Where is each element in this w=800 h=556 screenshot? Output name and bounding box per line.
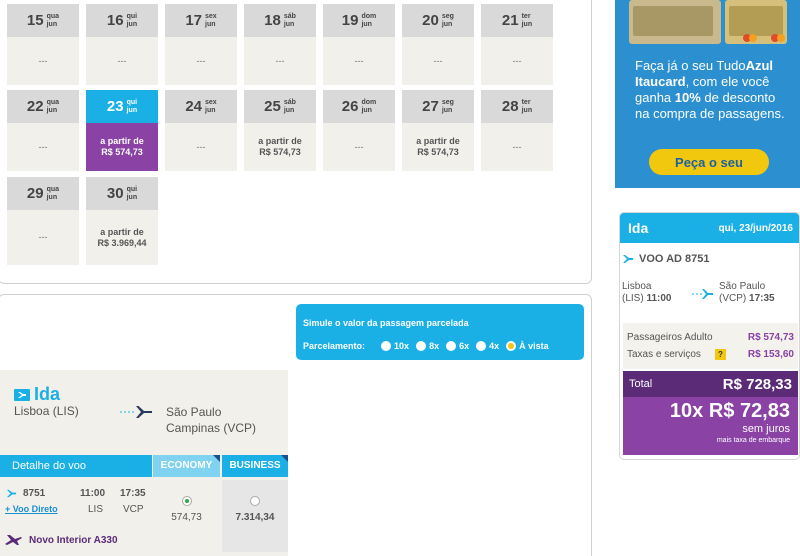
installment-option-8x[interactable]: 8x [416, 341, 439, 351]
calendar-price: --- [7, 37, 79, 85]
promo-text: Faça já o seu TudoAzul Itaucard, com ele… [635, 58, 785, 121]
summary-date: qui, 23/jun/2016 [718, 222, 793, 234]
route-arrow-icon [692, 289, 713, 299]
installment-simulator: Simule o valor da passagem parcelada Par… [296, 304, 584, 360]
trip-summary: Ida qui, 23/jun/2016 VOO AD 8751 Lisboa … [619, 212, 800, 460]
calendar-price: --- [86, 37, 158, 85]
aircraft-icon [5, 535, 22, 545]
calendar-day-26[interactable]: 26 dom jun --- [323, 90, 395, 171]
summary-origin: Lisboa (LIS) 11:00 [622, 281, 672, 304]
radio-icon [381, 341, 392, 351]
page: 15 qua jun --- 16 qui jun --- 17 sex jun --- 1… [0, 0, 800, 556]
promo-card: Faça já o seu TudoAzul Itaucard, com ele… [615, 0, 800, 188]
summary-total: Total R$ 728,33 [623, 371, 798, 397]
ticket-icon [14, 388, 30, 401]
calendar-day-19[interactable]: 19 dom jun --- [323, 4, 395, 85]
installment-option-a-vista[interactable]: À vista [506, 341, 549, 351]
calendar-price: --- [323, 37, 395, 85]
calendar-day-27[interactable]: 27 seg jun a partir de R$ 574,73 [402, 90, 474, 171]
radio-icon [250, 496, 260, 506]
flight-table-header: Detalhe do voo ECONOMY BUSINESS [0, 455, 288, 477]
plane-icon [623, 255, 633, 263]
installment-option-10x[interactable]: 10x [381, 341, 409, 351]
summary-destination: São Paulo (VCP) 17:35 [719, 281, 775, 304]
summary-route: Lisboa (LIS) 11:00 São Paulo (VCP) 17:35 [620, 281, 799, 311]
flight-table-title: Ida [14, 384, 60, 405]
route-arrow-icon [120, 406, 152, 418]
calendar-price: a partir de R$ 574,73 [244, 123, 316, 171]
voo-direto-link[interactable]: + Voo Direto [5, 504, 58, 514]
summary-header: Ida qui, 23/jun/2016 [620, 213, 799, 243]
calendar-day-16[interactable]: 16 qui jun --- [86, 4, 158, 85]
calendar-day-20[interactable]: 20 seg jun --- [402, 4, 474, 85]
radio-selected-icon [181, 496, 192, 506]
calendar-day-17[interactable]: 17 sex jun --- [165, 4, 237, 85]
calendar-day-18[interactable]: 18 sáb jun --- [244, 4, 316, 85]
radio-selected-icon [506, 341, 517, 351]
calendar-price: a partir de R$ 574,73 [402, 123, 474, 171]
aircraft-label: Novo Interior A330 [5, 534, 118, 546]
flight-row: 8751 + Voo Direto 11:00 LIS 17:35 VCP [5, 488, 146, 515]
summary-title: Ida [628, 220, 649, 236]
calendar-day-24[interactable]: 24 sex jun --- [165, 90, 237, 171]
radio-icon [416, 341, 427, 351]
calendar-price: --- [481, 37, 553, 85]
peca-o-seu-button[interactable]: Peça o seu [649, 149, 769, 175]
destination-label: São Paulo Campinas (VCP) [166, 405, 257, 435]
business-column[interactable]: BUSINESS [222, 455, 288, 477]
calendar-price: --- [165, 123, 237, 171]
help-icon[interactable]: ? [714, 349, 726, 360]
calendar-price: a partir de R$ 574,73 [86, 123, 158, 171]
calendar-price: --- [165, 37, 237, 85]
calendar-day-22[interactable]: 22 qua jun --- [7, 90, 79, 171]
calendar-day-23[interactable]: 23 qui jun a partir de R$ 574,73 [86, 90, 158, 171]
calendar-day-25[interactable]: 25 sáb jun a partir de R$ 574,73 [244, 90, 316, 171]
calendar-price: --- [481, 123, 553, 171]
radio-icon [446, 341, 457, 351]
radio-icon [476, 341, 487, 351]
calendar-price: --- [323, 123, 395, 171]
summary-installments: 10x R$ 72,83 sem juros mais taxa de emba… [623, 397, 798, 455]
installment-option-6x[interactable]: 6x [446, 341, 469, 351]
origin-label: Lisboa (LIS) [14, 404, 79, 418]
calendar-price: --- [244, 37, 316, 85]
calendar-day-15[interactable]: 15 qua jun --- [7, 4, 79, 85]
flight-table: Ida Lisboa (LIS) São Paulo Campinas (VCP… [0, 370, 288, 556]
calendar-day-21[interactable]: 21 ter jun --- [481, 4, 553, 85]
plane-icon [6, 489, 17, 498]
calendar-price: --- [7, 210, 79, 265]
calendar-price: a partir de R$ 3.969,44 [86, 210, 158, 265]
business-fare[interactable]: 7.314,34 [222, 480, 288, 552]
installment-option-4x[interactable]: 4x [476, 341, 499, 351]
economy-fare[interactable]: 574,73 [153, 480, 220, 552]
summary-fees: Passageiros Adulto R$ 574,73 Taxas e serv… [623, 323, 798, 369]
economy-column[interactable]: ECONOMY [153, 455, 220, 477]
summary-flight: VOO AD 8751 [622, 253, 710, 265]
calendar-day-29[interactable]: 29 qua jun --- [7, 177, 79, 265]
credit-cards-image [629, 0, 787, 44]
calendar-price: --- [402, 37, 474, 85]
calendar-day-30[interactable]: 30 qui jun a partir de R$ 3.969,44 [86, 177, 158, 265]
calendar-price: --- [7, 123, 79, 171]
calendar-day-28[interactable]: 28 ter jun --- [481, 90, 553, 171]
